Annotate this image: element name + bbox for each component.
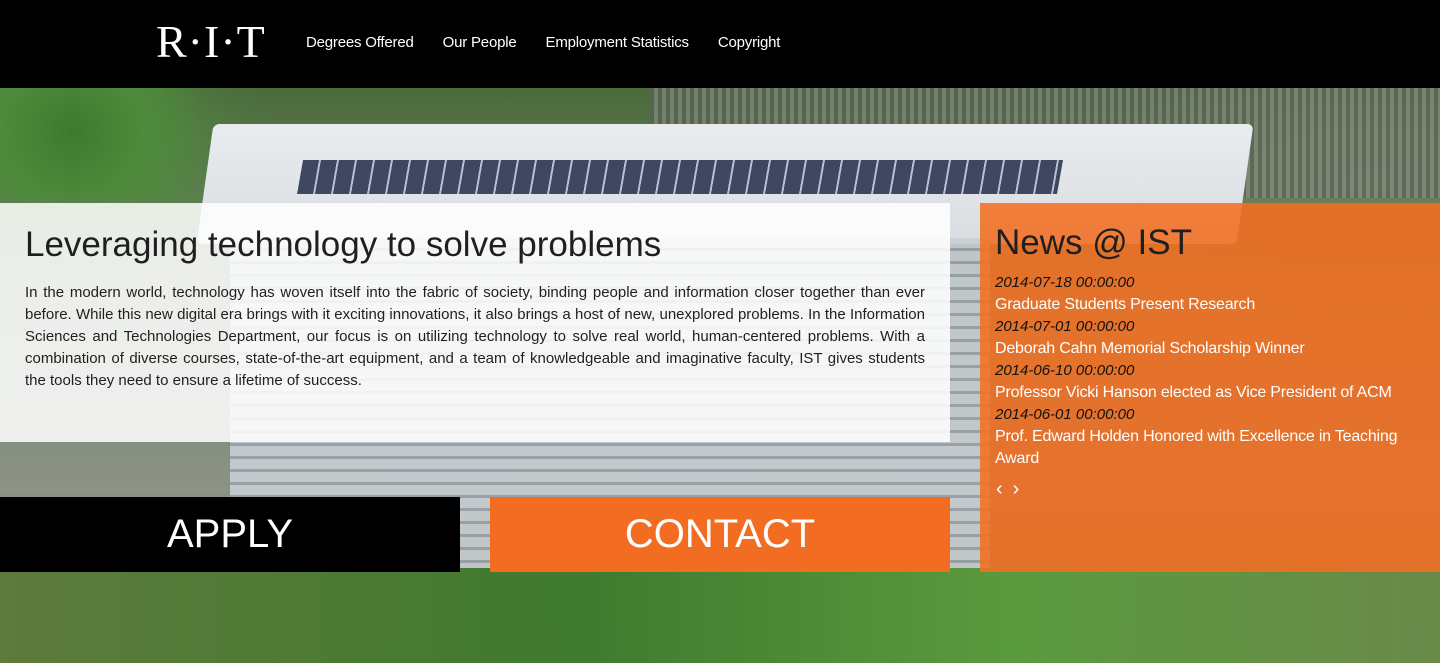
- news-title-link[interactable]: Deborah Cahn Memorial Scholarship Winner: [995, 338, 1425, 360]
- news-title-link[interactable]: Graduate Students Present Research: [995, 294, 1425, 316]
- solar-panels: [297, 160, 1063, 194]
- news-date: 2014-06-10 00:00:00: [995, 362, 1135, 379]
- news-item: 2014-06-10 00:00:00 Professor Vicki Hans…: [995, 360, 1425, 404]
- news-list: 2014-07-18 00:00:00 Graduate Students Pr…: [995, 272, 1425, 470]
- intro-panel: Leveraging technology to solve problems …: [0, 203, 950, 442]
- apply-button[interactable]: APPLY: [0, 497, 460, 572]
- intro-heading: Leveraging technology to solve problems: [25, 225, 662, 264]
- trees-area: [0, 88, 240, 198]
- news-title-link[interactable]: Professor Vicki Hanson elected as Vice P…: [995, 382, 1425, 404]
- news-carousel-controls: ‹ ›: [996, 479, 1019, 499]
- news-heading: News @ IST: [995, 223, 1192, 262]
- main-nav: Degrees Offered Our People Employment St…: [306, 34, 809, 52]
- news-date: 2014-07-01 00:00:00: [995, 318, 1135, 335]
- chevron-left-icon[interactable]: ‹: [996, 479, 1003, 499]
- news-item: 2014-07-01 00:00:00 Deborah Cahn Memoria…: [995, 316, 1425, 360]
- nav-employment-statistics[interactable]: Employment Statistics: [546, 34, 690, 52]
- news-item: 2014-07-18 00:00:00 Graduate Students Pr…: [995, 272, 1425, 316]
- rit-logo[interactable]: R·I·T: [156, 14, 266, 70]
- intro-paragraph: In the modern world, technology has wove…: [25, 284, 925, 389]
- contact-button[interactable]: CONTACT: [490, 497, 950, 572]
- news-item: 2014-06-01 00:00:00 Prof. Edward Holden …: [995, 404, 1425, 470]
- nav-degrees-offered[interactable]: Degrees Offered: [306, 34, 414, 52]
- news-title-link[interactable]: Prof. Edward Holden Honored with Excelle…: [995, 426, 1425, 470]
- nav-our-people[interactable]: Our People: [443, 34, 517, 52]
- top-navigation-bar: R·I·T Degrees Offered Our People Employm…: [0, 0, 1440, 88]
- news-panel: News @ IST 2014-07-18 00:00:00 Graduate …: [980, 203, 1440, 572]
- chevron-right-icon[interactable]: ›: [1013, 479, 1020, 499]
- news-date: 2014-07-18 00:00:00: [995, 274, 1135, 291]
- news-date: 2014-06-01 00:00:00: [995, 406, 1135, 423]
- nav-copyright[interactable]: Copyright: [718, 34, 781, 52]
- landscaping-area: [0, 568, 1440, 663]
